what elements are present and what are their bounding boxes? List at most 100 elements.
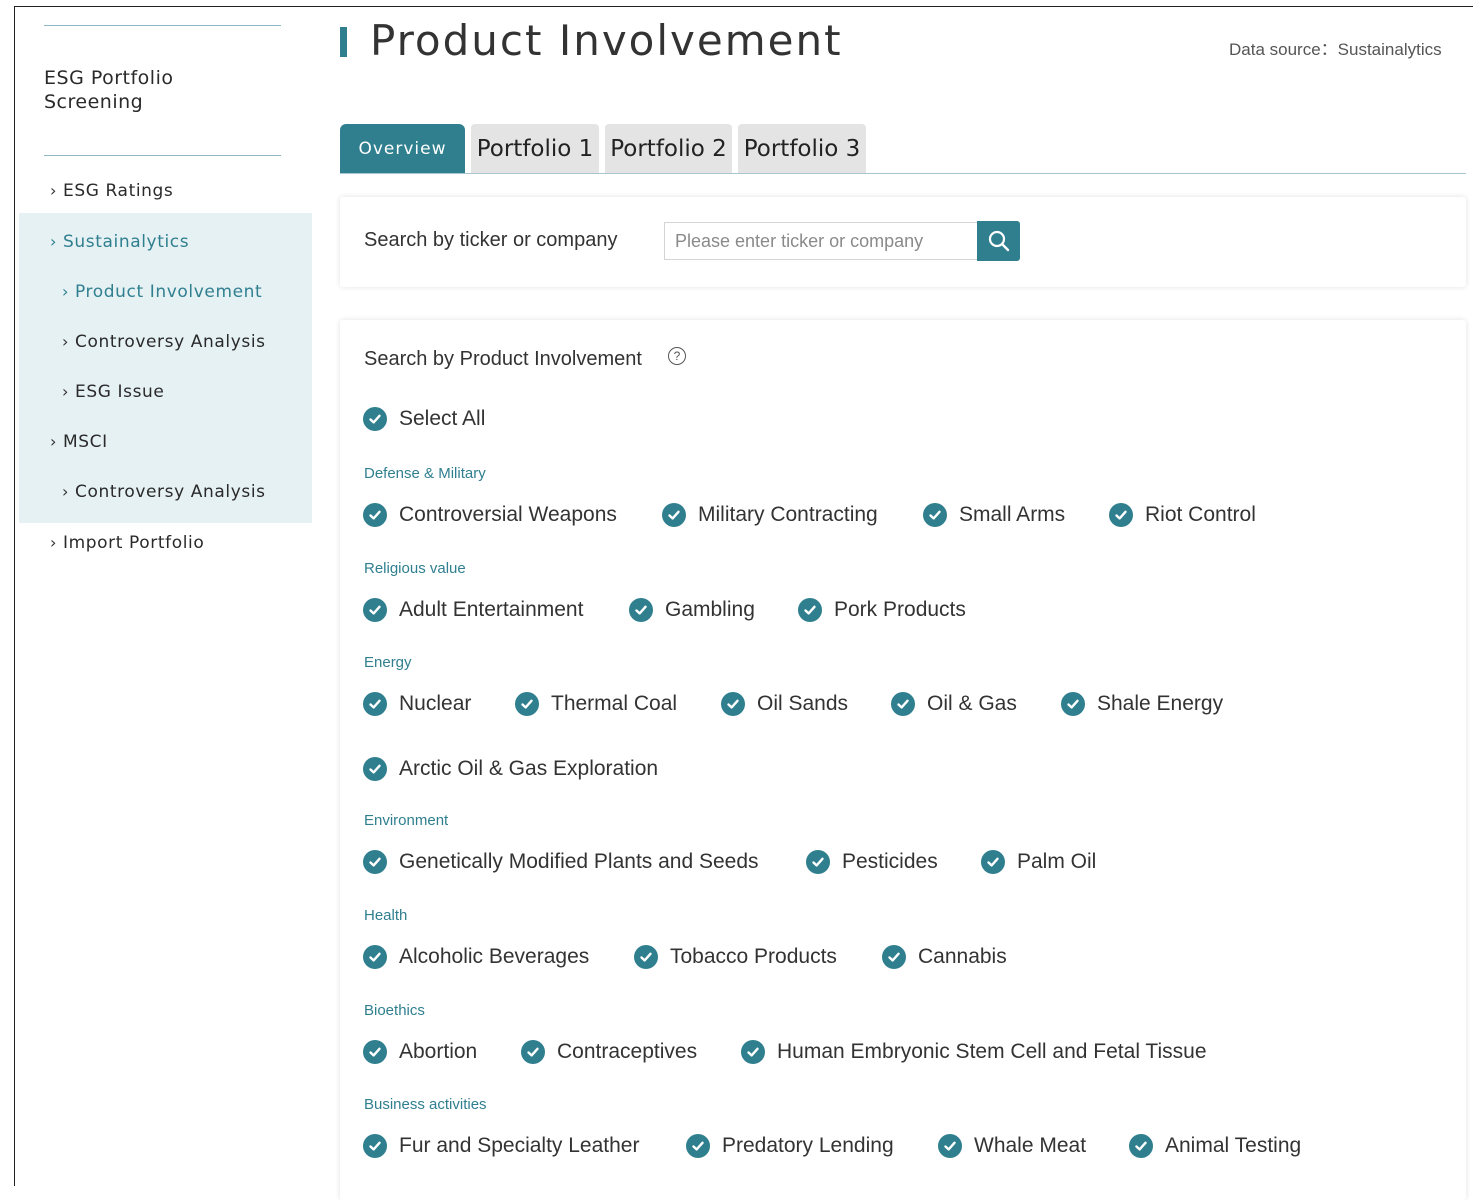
nav-label: ESG Ratings — [63, 181, 174, 201]
checkbox-label: Riot Control — [1145, 503, 1256, 526]
nav-label: Product Involvement — [75, 282, 263, 302]
checkbox-label: Controversial Weapons — [399, 503, 617, 526]
involvement-checkbox[interactable]: Tobacco Products — [634, 945, 837, 969]
chevron-right-icon: › — [62, 482, 69, 501]
tab-portfolio-3[interactable]: Portfolio 3 — [738, 124, 866, 174]
involvement-checkbox[interactable]: Fur and Specialty Leather — [363, 1134, 639, 1158]
tab-underline — [340, 173, 1466, 174]
help-icon[interactable]: ? — [668, 347, 686, 365]
nav-label: ESG Issue — [75, 382, 165, 402]
involvement-checkbox[interactable]: Nuclear — [363, 692, 471, 716]
checkbox-label: Military Contracting — [698, 503, 878, 526]
involvement-checkbox[interactable]: Animal Testing — [1129, 1134, 1301, 1158]
involvement-checkbox[interactable]: Predatory Lending — [686, 1134, 894, 1158]
involvement-checkbox[interactable]: Palm Oil — [981, 850, 1096, 874]
checkmark-icon — [1129, 1134, 1153, 1158]
chevron-right-icon: › — [62, 332, 69, 351]
checkmark-icon — [363, 945, 387, 969]
checkbox-label: Adult Entertainment — [399, 598, 584, 621]
chevron-right-icon: › — [50, 533, 57, 552]
involvement-checkbox[interactable]: Small Arms — [923, 503, 1065, 527]
involvement-checkbox[interactable]: Alcoholic Beverages — [363, 945, 589, 969]
involvement-checkbox[interactable]: Adult Entertainment — [363, 598, 583, 622]
checkmark-icon — [363, 407, 387, 431]
involvement-checkbox[interactable]: Oil & Gas — [891, 692, 1017, 716]
nav-controversy-analysis[interactable]: › Controversy Analysis — [62, 332, 266, 352]
checkbox-label: Alcoholic Beverages — [399, 945, 590, 968]
checkbox-label: Fur and Specialty Leather — [399, 1134, 640, 1157]
tab-overview[interactable]: Overview — [340, 124, 465, 174]
involvement-checkbox[interactable]: Thermal Coal — [515, 692, 677, 716]
tab-portfolio-2[interactable]: Portfolio 2 — [605, 124, 732, 174]
nav-esg-ratings[interactable]: › ESG Ratings — [50, 181, 173, 201]
checkmark-icon — [521, 1040, 545, 1064]
title-accent-bar — [340, 27, 347, 57]
nav-label: MSCI — [63, 432, 108, 452]
checkmark-icon — [923, 503, 947, 527]
checkmark-icon — [938, 1134, 962, 1158]
involvement-checkbox[interactable]: Oil Sands — [721, 692, 848, 716]
checkmark-icon — [882, 945, 906, 969]
checkbox-label: Whale Meat — [974, 1134, 1087, 1157]
involvement-checkbox[interactable]: Riot Control — [1109, 503, 1256, 527]
category-label: Health — [364, 907, 408, 924]
nav-esg-issue[interactable]: › ESG Issue — [62, 382, 164, 402]
chevron-right-icon: › — [50, 232, 57, 251]
involvement-checkbox[interactable]: Abortion — [363, 1040, 477, 1064]
checkbox-label: Palm Oil — [1017, 850, 1097, 873]
involvement-checkbox[interactable]: Gambling — [629, 598, 755, 622]
checkmark-icon — [891, 692, 915, 716]
brand-title: ESG Portfolio Screening — [44, 67, 174, 113]
checkbox-label: Predatory Lending — [722, 1134, 894, 1157]
checkmark-icon — [363, 1134, 387, 1158]
involvement-checkbox[interactable]: Shale Energy — [1061, 692, 1223, 716]
search-input[interactable] — [664, 222, 978, 260]
category-label: Defense & Military — [364, 465, 486, 482]
search-icon — [988, 230, 1009, 252]
involvement-checkbox[interactable]: Military Contracting — [662, 503, 878, 527]
category-label: Energy — [364, 654, 412, 671]
checkbox-label: Nuclear — [399, 692, 472, 715]
checkbox-label: Human Embryonic Stem Cell and Fetal Tiss… — [777, 1040, 1207, 1063]
checkmark-icon — [806, 850, 830, 874]
nav-label: Import Portfolio — [63, 533, 205, 553]
nav-import-portfolio[interactable]: › Import Portfolio — [50, 533, 204, 553]
checkbox-label: Arctic Oil & Gas Exploration — [399, 757, 659, 780]
involvement-checkbox[interactable]: Contraceptives — [521, 1040, 697, 1064]
involvement-checkbox[interactable]: Human Embryonic Stem Cell and Fetal Tiss… — [741, 1040, 1207, 1064]
checkmark-icon — [981, 850, 1005, 874]
checkbox-label: Thermal Coal — [551, 692, 678, 715]
checkmark-icon — [629, 598, 653, 622]
nav-sustainalytics[interactable]: › Sustainalytics — [50, 232, 189, 252]
search-label: Search by ticker or company — [364, 229, 618, 251]
checkbox-label: Oil Sands — [757, 692, 849, 715]
involvement-checkbox[interactable]: Pork Products — [798, 598, 966, 622]
checkmark-icon — [634, 945, 658, 969]
category-label: Religious value — [364, 560, 466, 577]
chevron-right-icon: › — [50, 432, 57, 451]
tab-portfolio-1[interactable]: Portfolio 1 — [471, 124, 599, 174]
nav-active-group — [19, 213, 312, 523]
checkmark-icon — [1109, 503, 1133, 527]
involvement-checkbox[interactable]: Pesticides — [806, 850, 938, 874]
nav-msci-controversy-analysis[interactable]: › Controversy Analysis — [62, 482, 266, 502]
involvement-checkbox[interactable]: Cannabis — [882, 945, 1007, 969]
select-all-checkbox[interactable]: Select All — [363, 407, 485, 431]
page-title: Product Involvement — [370, 16, 843, 65]
nav-label: Controversy Analysis — [75, 332, 266, 352]
involvement-checkbox[interactable]: Arctic Oil & Gas Exploration — [363, 757, 658, 781]
involvement-checkbox[interactable]: Genetically Modified Plants and Seeds — [363, 850, 759, 874]
involvement-checkbox[interactable]: Whale Meat — [938, 1134, 1086, 1158]
search-button[interactable] — [977, 221, 1020, 261]
nav-product-involvement[interactable]: › Product Involvement — [62, 282, 262, 302]
nav-msci[interactable]: › MSCI — [50, 432, 108, 452]
sidebar-divider — [44, 25, 281, 26]
checkmark-icon — [363, 692, 387, 716]
category-label: Environment — [364, 812, 449, 829]
checkbox-label: Gambling — [665, 598, 755, 621]
checkmark-icon — [662, 503, 686, 527]
checkbox-label: Shale Energy — [1097, 692, 1224, 715]
checkbox-label: Select All — [399, 407, 486, 430]
involvement-checkbox[interactable]: Controversial Weapons — [363, 503, 617, 527]
checkmark-icon — [363, 598, 387, 622]
